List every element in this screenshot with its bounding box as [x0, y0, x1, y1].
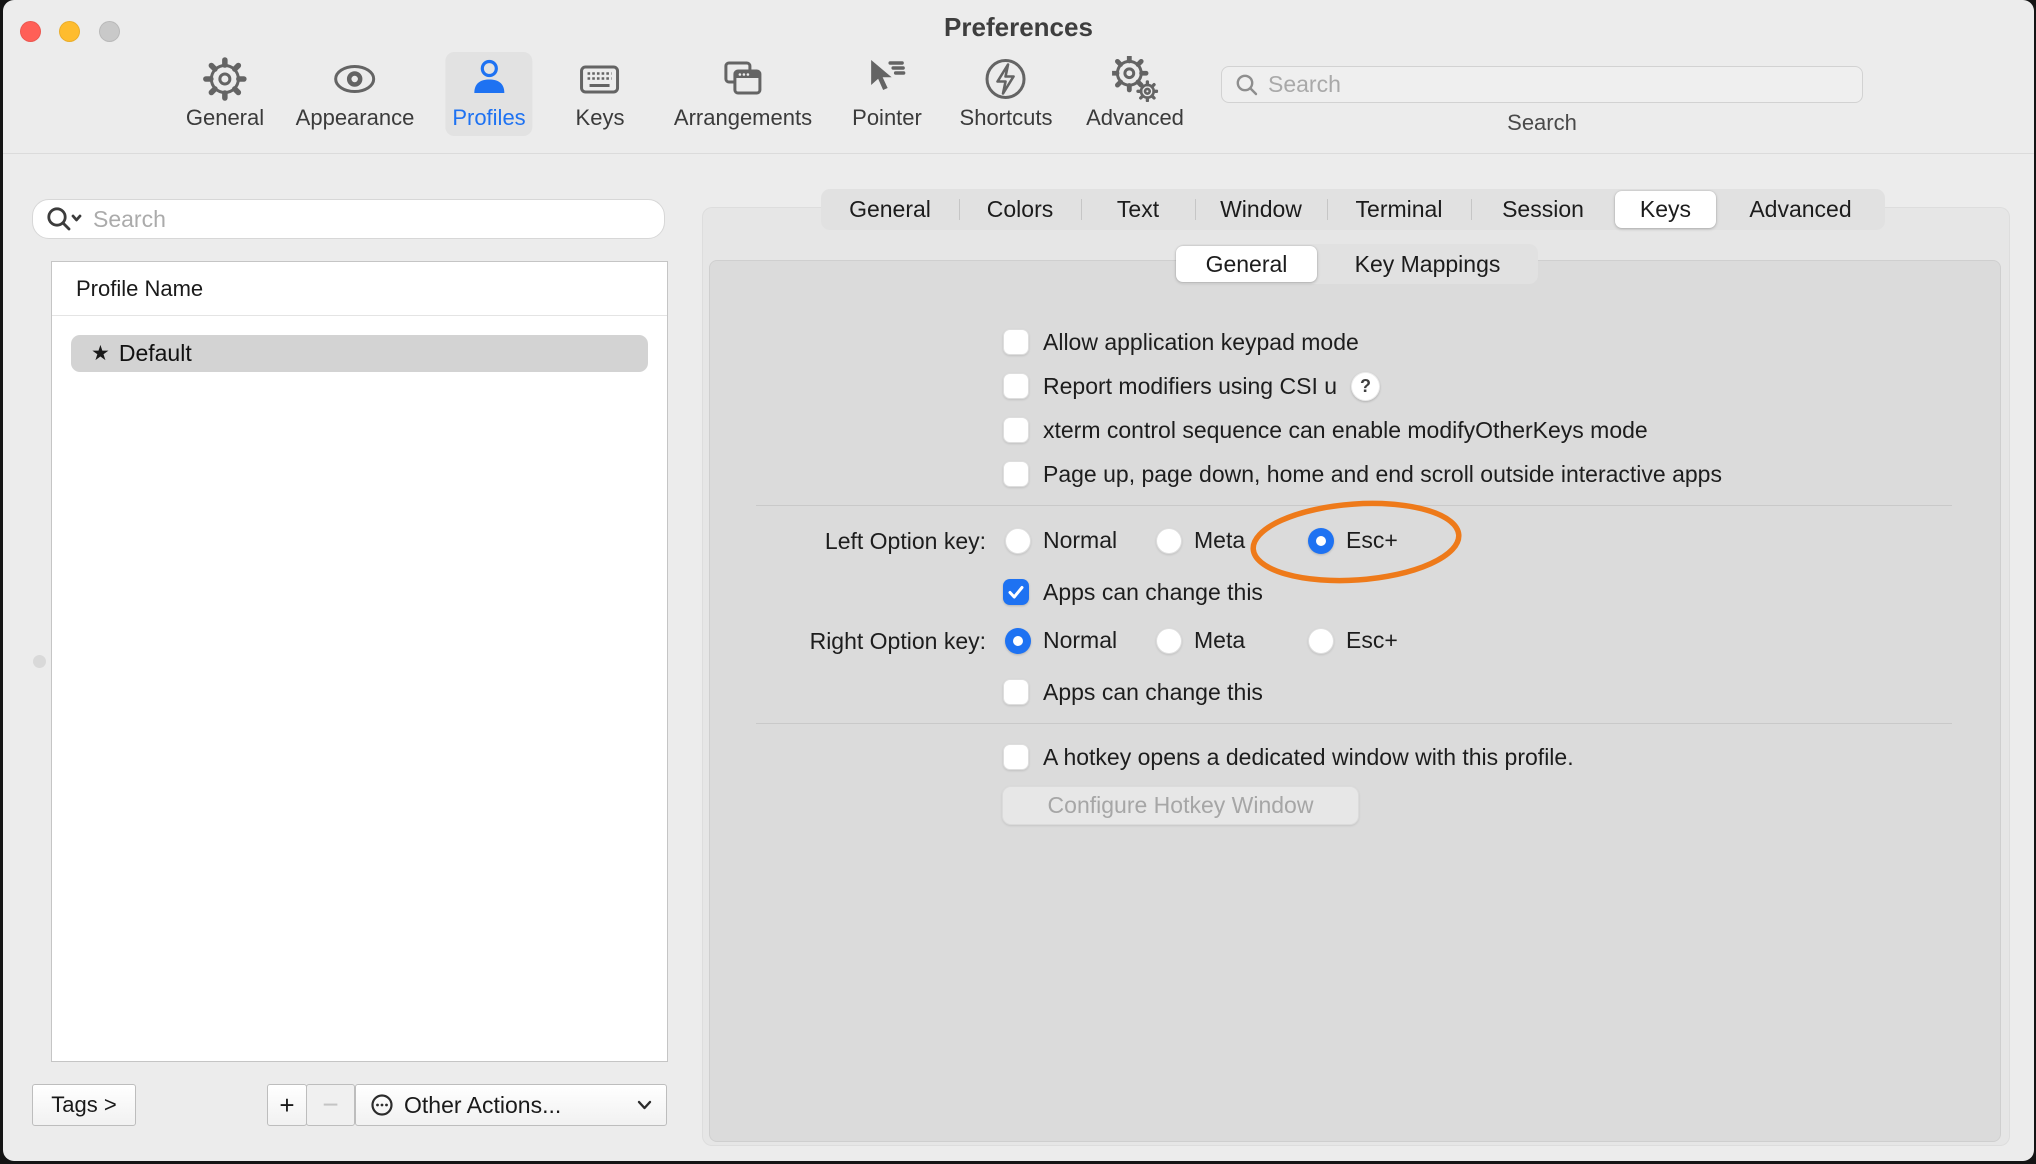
checkbox-label: Page up, page down, home and end scroll …: [1043, 461, 1722, 488]
checkbox-label: Allow application keypad mode: [1043, 329, 1359, 356]
windows-icon: [720, 56, 766, 102]
profile-name: Default: [119, 340, 192, 367]
person-icon: [466, 56, 512, 102]
radio-circle[interactable]: [1308, 628, 1334, 654]
radio-circle[interactable]: [1005, 628, 1031, 654]
checkbox-keypad-mode[interactable]: [1003, 329, 1029, 355]
lightning-icon: [983, 56, 1029, 102]
section-divider: [756, 505, 1952, 506]
keys-subtab-bar: General Key Mappings: [1176, 244, 1538, 284]
add-remove-group: + −: [267, 1084, 355, 1126]
tab-advanced[interactable]: Advanced: [1716, 189, 1885, 230]
checkbox-right-apps-can-change[interactable]: [1003, 679, 1029, 705]
toolbar-label: Profiles: [452, 107, 525, 129]
checkbox-modify-other-keys[interactable]: [1003, 417, 1029, 443]
cursor-icon: [864, 56, 910, 102]
toolbar-item-shortcuts[interactable]: Shortcuts: [953, 52, 1060, 136]
option-row: Report modifiers using CSI u ?: [1003, 371, 1380, 401]
preferences-window: Preferences General Appearance: [3, 0, 2034, 1161]
toolbar-item-appearance[interactable]: Appearance: [289, 52, 422, 136]
radio-right-meta[interactable]: Meta: [1156, 627, 1245, 654]
apps-can-change-row: Apps can change this: [1003, 577, 1263, 607]
checkbox-hotkey-window[interactable]: [1003, 744, 1029, 770]
right-option-label: Right Option key:: [703, 628, 986, 655]
toolbar-divider: [3, 153, 2034, 154]
keyboard-icon: [577, 56, 623, 102]
left-option-row: Left Option key: Normal Meta Esc+: [3, 527, 2034, 557]
apps-can-change-row: Apps can change this: [1003, 677, 1263, 707]
other-actions-label: Other Actions...: [404, 1092, 627, 1119]
checkbox-scroll-outside-apps[interactable]: [1003, 461, 1029, 487]
radio-circle[interactable]: [1308, 528, 1334, 554]
star-icon: ★: [91, 343, 110, 364]
checkbox-label: xterm control sequence can enable modify…: [1043, 417, 1648, 444]
option-row: Page up, page down, home and end scroll …: [1003, 459, 1722, 489]
tab-text[interactable]: Text: [1081, 189, 1195, 230]
checkbox-left-apps-can-change[interactable]: [1003, 579, 1029, 605]
toolbar-item-keys[interactable]: Keys: [569, 52, 632, 136]
remove-profile-button: −: [306, 1084, 355, 1126]
checkbox-label: Report modifiers using CSI u: [1043, 373, 1337, 400]
profile-list: Profile Name ★ Default: [51, 261, 668, 1062]
help-button[interactable]: ?: [1351, 372, 1380, 401]
toolbar-label: Appearance: [296, 107, 415, 129]
toolbar-label: Shortcuts: [960, 107, 1053, 129]
right-option-row: Right Option key: Normal Meta Esc+: [3, 627, 2034, 657]
tab-general[interactable]: General: [821, 189, 959, 230]
subtab-key-mappings[interactable]: Key Mappings: [1317, 244, 1538, 284]
search-scope-icon: [45, 205, 85, 233]
radio-left-esc[interactable]: Esc+: [1308, 527, 1398, 554]
tab-session[interactable]: Session: [1471, 189, 1615, 230]
toolbar-item-profiles[interactable]: Profiles: [445, 52, 532, 136]
radio-right-normal[interactable]: Normal: [1005, 627, 1117, 654]
checkbox-csi-u[interactable]: [1003, 373, 1029, 399]
tab-window[interactable]: Window: [1195, 189, 1327, 230]
tab-colors[interactable]: Colors: [959, 189, 1081, 230]
toolbar-label: General: [186, 107, 264, 129]
checkmark-icon: [1006, 582, 1026, 602]
section-divider: [756, 723, 1952, 724]
radio-left-meta[interactable]: Meta: [1156, 527, 1245, 554]
option-row: xterm control sequence can enable modify…: [1003, 415, 1648, 445]
toolbar-search-input[interactable]: [1268, 71, 1850, 98]
radio-circle[interactable]: [1156, 628, 1182, 654]
configure-hotkey-window-button: Configure Hotkey Window: [1002, 786, 1359, 825]
add-profile-button[interactable]: +: [267, 1084, 307, 1126]
gear-icon: [202, 56, 248, 102]
profile-list-header: Profile Name: [52, 262, 667, 316]
toolbar-label: Advanced: [1086, 107, 1184, 129]
radio-left-normal[interactable]: Normal: [1005, 527, 1117, 554]
profile-search-input[interactable]: [93, 206, 652, 233]
toolbar-item-advanced[interactable]: Advanced: [1079, 52, 1191, 136]
other-actions-dropdown[interactable]: Other Actions...: [355, 1084, 667, 1126]
toolbar-search-label: Search: [1221, 110, 1863, 136]
toolbar-label: Arrangements: [674, 107, 812, 129]
profile-tab-bar: General Colors Text Window Terminal Sess…: [821, 189, 1885, 230]
toolbar-label: Keys: [576, 107, 625, 129]
toolbar-search-field[interactable]: [1221, 66, 1863, 103]
toolbar-item-arrangements[interactable]: Arrangements: [667, 52, 819, 136]
subtab-general[interactable]: General: [1176, 246, 1317, 282]
chevron-down-icon: [637, 1100, 652, 1110]
double-gear-icon: [1112, 56, 1158, 102]
radio-circle[interactable]: [1005, 528, 1031, 554]
radio-circle[interactable]: [1156, 528, 1182, 554]
tags-button[interactable]: Tags >: [32, 1084, 136, 1126]
profile-row-default[interactable]: ★ Default: [71, 335, 648, 372]
profile-search-field[interactable]: [32, 199, 665, 239]
eye-icon: [332, 56, 378, 102]
toolbar-label: Pointer: [852, 107, 922, 129]
left-option-label: Left Option key:: [703, 528, 986, 555]
hotkey-row: A hotkey opens a dedicated window with t…: [1003, 742, 1574, 772]
toolbar-item-pointer[interactable]: Pointer: [845, 52, 929, 136]
window-title: Preferences: [3, 12, 2034, 43]
toolbar-item-general[interactable]: General: [179, 52, 271, 136]
radio-right-esc[interactable]: Esc+: [1308, 627, 1398, 654]
tab-keys[interactable]: Keys: [1615, 191, 1716, 228]
option-row: Allow application keypad mode: [1003, 327, 1359, 357]
tab-terminal[interactable]: Terminal: [1327, 189, 1471, 230]
ellipsis-circle-icon: [370, 1093, 394, 1117]
search-icon: [1234, 72, 1260, 98]
